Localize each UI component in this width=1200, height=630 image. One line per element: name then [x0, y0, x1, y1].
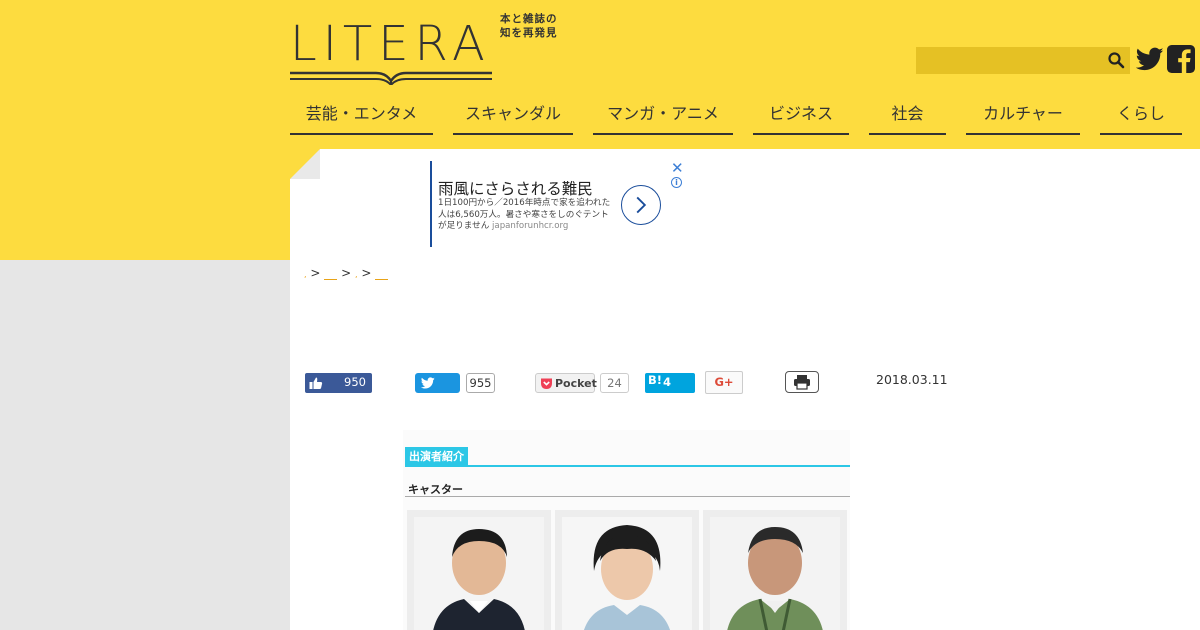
cast-section-rule — [405, 465, 850, 467]
facebook-like-count: 950 — [344, 375, 366, 389]
nav-item-entertainment[interactable]: 芸能・エンタメ — [290, 102, 433, 135]
nav-item-manga-anime[interactable]: マンガ・アニメ — [593, 102, 733, 135]
google-plus-button[interactable]: G+ — [705, 371, 743, 394]
cast-photo-3 — [703, 510, 847, 630]
nav-item-culture[interactable]: カルチャー — [966, 102, 1080, 135]
search-box — [916, 47, 1130, 74]
person-photo — [562, 517, 692, 630]
pocket-button[interactable]: Pocket — [535, 373, 597, 393]
nav-item-society[interactable]: 社会 — [869, 102, 946, 135]
person-photo — [414, 517, 544, 630]
hatena-icon: B! — [648, 373, 663, 387]
breadcrumb-link-sub[interactable]: , — [355, 270, 358, 279]
breadcrumb: , > > , > — [304, 266, 389, 280]
cast-section-title: 出演者紹介 — [405, 447, 468, 467]
main-nav: 芸能・エンタメ スキャンダル マンガ・アニメ ビジネス 社会 カルチャー くらし — [290, 102, 1200, 136]
hatena-count: 4 — [663, 375, 672, 389]
breadcrumb-separator: > — [341, 266, 352, 280]
breadcrumb-link-category[interactable] — [324, 269, 338, 280]
ad-close-icon[interactable]: ✕ — [671, 159, 684, 177]
breadcrumb-link-article[interactable] — [375, 269, 389, 280]
ad-domain: japanforunhcr.org — [492, 221, 569, 231]
twitter-bird-icon — [421, 377, 435, 389]
nav-item-scandal[interactable]: スキャンダル — [453, 102, 573, 135]
breadcrumb-home[interactable]: , — [304, 270, 307, 279]
article-image: 出演者紹介 キャスター — [403, 430, 850, 630]
ad-banner[interactable]: 雨風にさらされる難民 1日100円から／2016年時点で家を追われた人は6,56… — [430, 159, 685, 247]
nav-item-business[interactable]: ビジネス — [753, 102, 849, 135]
facebook-icon[interactable] — [1167, 45, 1195, 73]
pocket-icon — [541, 378, 552, 389]
role-label: キャスター — [408, 483, 463, 496]
facebook-like-button[interactable]: 950 — [305, 373, 372, 393]
search-input[interactable] — [916, 47, 1106, 74]
print-button[interactable] — [785, 371, 819, 393]
logo-wordmark: LITERA — [290, 16, 491, 72]
thumbs-up-icon — [309, 377, 323, 389]
role-rule — [405, 496, 850, 497]
nav-item-lifestyle[interactable]: くらし — [1100, 102, 1182, 135]
cast-photo-2 — [555, 510, 699, 630]
breadcrumb-separator: > — [361, 266, 372, 280]
ad-info-icon[interactable]: i — [671, 177, 682, 188]
hatena-bookmark-button[interactable]: B! 4 — [645, 373, 695, 393]
panel-corner — [290, 149, 320, 179]
pocket-count: 24 — [600, 373, 629, 393]
logo-book-icon — [290, 71, 492, 85]
ad-body: 1日100円から／2016年時点で家を追われた人は6,560万人。暑さや寒さをし… — [438, 198, 614, 233]
ad-arrow-icon[interactable] — [621, 185, 661, 225]
post-date: 2018.03.11 — [876, 372, 948, 387]
site-logo[interactable]: LITERA 本と雑誌の知を再発見 — [290, 12, 570, 86]
logo-tagline: 本と雑誌の知を再発見 — [500, 13, 558, 39]
pocket-label: Pocket — [555, 377, 597, 390]
twitter-icon[interactable] — [1136, 45, 1164, 73]
printer-icon — [794, 375, 810, 390]
tweet-count: 955 — [466, 373, 495, 393]
search-icon[interactable] — [1106, 50, 1126, 70]
tweet-button[interactable] — [415, 373, 460, 393]
cast-photo-1 — [407, 510, 551, 630]
breadcrumb-separator: > — [310, 266, 321, 280]
person-photo — [710, 517, 840, 630]
ad-title: 雨風にさらされる難民 — [438, 180, 593, 198]
